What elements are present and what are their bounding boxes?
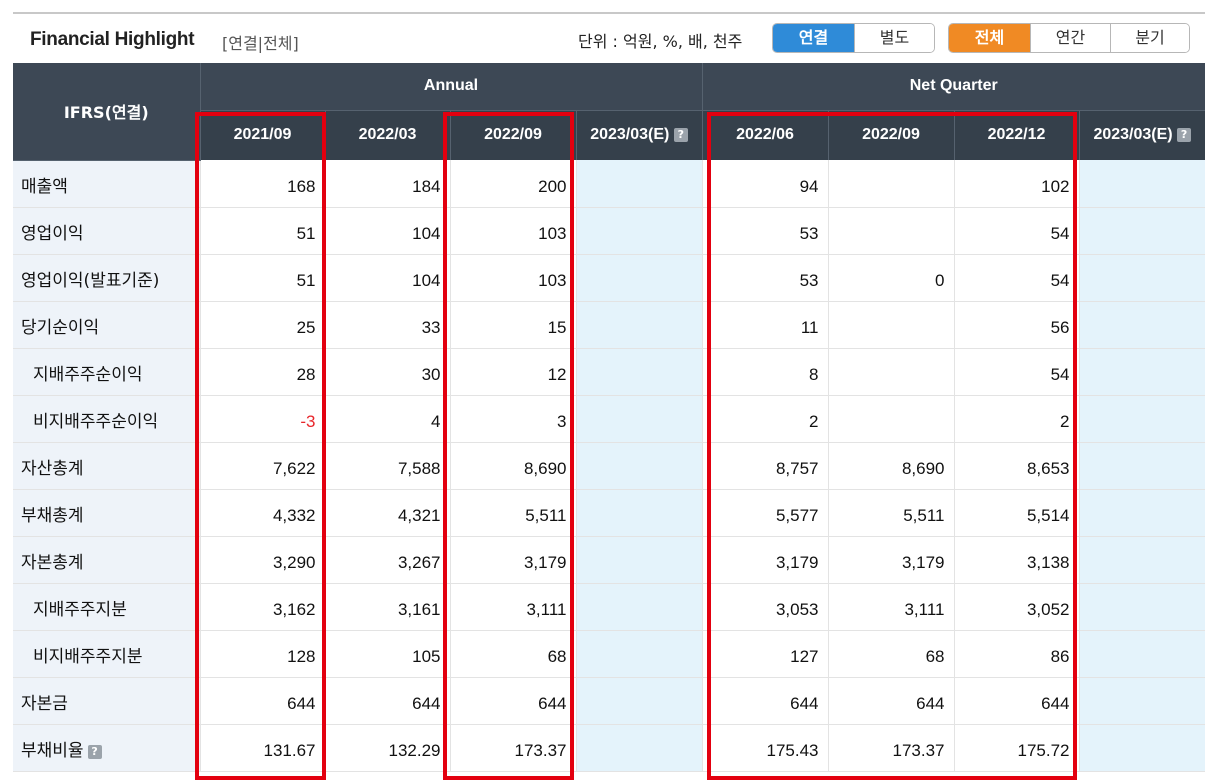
table-cell (1078, 677, 1205, 725)
table-cell (575, 395, 702, 443)
help-icon[interactable]: ? (673, 128, 688, 143)
row-label: 자본총계 (13, 536, 200, 584)
table-cell (1078, 489, 1205, 537)
help-icon[interactable]: ? (87, 744, 102, 759)
quarter-group-header: Net Quarter (701, 63, 1205, 111)
table-cell: 3,161 (324, 583, 450, 631)
section-subtitle: [연결|전체] (222, 34, 299, 53)
unit-label: 단위 : 억원, %, 배, 천주 (578, 32, 743, 51)
table-cell (1078, 301, 1205, 349)
quarter-button[interactable]: 분기 (1110, 24, 1189, 52)
row-label: 부채비율? (13, 724, 200, 772)
top-divider (13, 12, 1205, 14)
table-cell: 4,321 (324, 489, 450, 537)
table-cell (1078, 630, 1205, 678)
row-label: 영업이익 (13, 207, 200, 255)
table-cell: 30 (324, 348, 450, 396)
column-header: 2023/03(E) ? (575, 110, 702, 160)
annual-button[interactable]: 연간 (1030, 24, 1110, 52)
table-cell (575, 254, 702, 302)
row-label: 자본금 (13, 677, 200, 725)
table-cell: 105 (324, 630, 450, 678)
table-cell (1078, 536, 1205, 584)
table-cell (575, 489, 702, 537)
row-header-cell: IFRS(연결) (13, 63, 200, 161)
row-label: 자산총계 (13, 442, 200, 490)
table-cell: 3,267 (324, 536, 450, 584)
row-label: 비지배주주순이익 (13, 395, 200, 443)
highlight-box-annual-2021-09 (195, 112, 326, 780)
row-label: 부채총계 (13, 489, 200, 537)
table-cell (575, 677, 702, 725)
table-cell: 104 (324, 254, 450, 302)
table-cell (1078, 442, 1205, 490)
annual-group-header: Annual (199, 63, 702, 111)
period-toggle: 전체 연간 분기 (948, 23, 1190, 53)
consolidated-button[interactable]: 연결 (773, 24, 854, 52)
table-cell (1078, 395, 1205, 443)
table-cell (1078, 160, 1205, 208)
highlight-box-annual-2022-09 (443, 112, 574, 780)
table-cell (1078, 724, 1205, 772)
table-cell: 644 (324, 677, 450, 725)
table-cell (1078, 348, 1205, 396)
table-cell: 33 (324, 301, 450, 349)
help-icon[interactable]: ? (1177, 128, 1192, 143)
table-cell (1078, 583, 1205, 631)
table-cell (575, 630, 702, 678)
column-header: 2022/03 (324, 110, 450, 160)
row-label: 당기순이익 (13, 301, 200, 349)
table-cell (575, 536, 702, 584)
table-cell: 104 (324, 207, 450, 255)
table-cell: 7,588 (324, 442, 450, 490)
row-label: 영업이익(발표기준) (13, 254, 200, 302)
row-label: 비지배주주지분 (13, 630, 200, 678)
separate-button[interactable]: 별도 (854, 24, 934, 52)
section-title: Financial Highlight (30, 29, 195, 50)
table-cell: 184 (324, 160, 450, 208)
row-label: 지배주주지분 (13, 583, 200, 631)
consolidation-toggle: 연결 별도 (772, 23, 935, 53)
table-cell (575, 301, 702, 349)
row-label: 매출액 (13, 160, 200, 208)
table-cell: 132.29 (324, 724, 450, 772)
highlight-box-net-quarter (707, 112, 1077, 780)
table-cell: 4 (324, 395, 450, 443)
table-cell (1078, 254, 1205, 302)
table-cell (575, 160, 702, 208)
table-cell (1078, 207, 1205, 255)
row-label: 지배주주순이익 (13, 348, 200, 396)
table-cell (575, 207, 702, 255)
table-cell (575, 583, 702, 631)
table-cell (575, 442, 702, 490)
table-cell (575, 348, 702, 396)
table-cell (575, 724, 702, 772)
column-header: 2023/03(E) ? (1078, 110, 1205, 160)
all-period-button[interactable]: 전체 (949, 24, 1030, 52)
